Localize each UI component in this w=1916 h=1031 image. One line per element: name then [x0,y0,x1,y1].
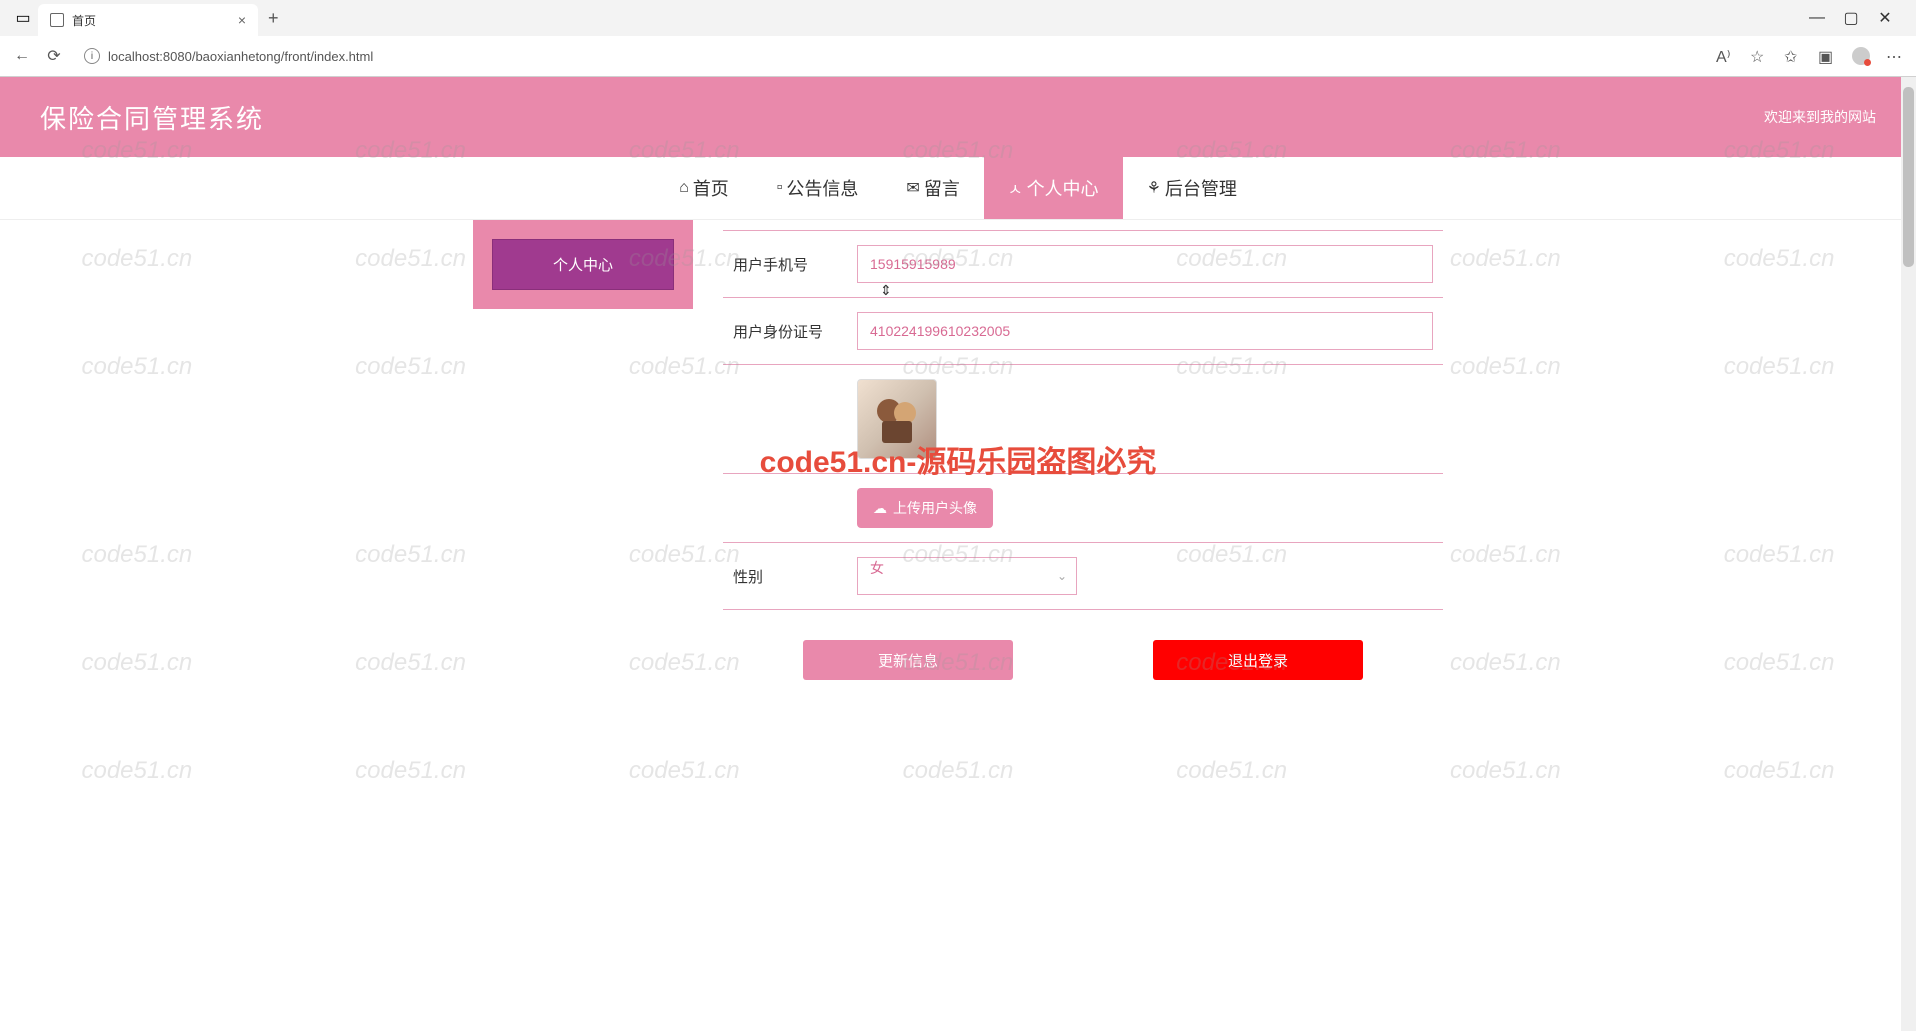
form-row-phone: 用户手机号 ⇕ [723,230,1443,298]
upload-avatar-button[interactable]: ☁ 上传用户头像 [857,488,993,528]
address-actions: A⁾ ☆ ✩ ▣ ⋯ [1716,47,1904,65]
back-button[interactable]: ← [12,46,32,66]
window-controls-left: ▭ [8,11,38,25]
nav-announcements[interactable]: ▫ 公告信息 [753,157,883,219]
read-aloud-icon[interactable]: A⁾ [1716,47,1734,65]
more-icon[interactable]: ⋯ [1886,47,1904,65]
nav-label: 公告信息 [786,175,858,201]
grid-icon: ▫ [777,179,783,197]
refresh-button[interactable]: ⟳ [44,46,64,66]
browser-tab[interactable]: 首页 × [38,4,258,36]
nav-label: 留言 [924,175,960,201]
update-button[interactable]: 更新信息 [803,640,1013,680]
phone-label: 用户手机号 [733,254,833,275]
url-box[interactable]: i localhost:8080/baoxianhetong/front/ind… [76,44,1704,68]
scrollbar-thumb[interactable] [1903,87,1914,267]
avatar-preview[interactable] [857,379,937,459]
scrollbar-track[interactable] [1901,77,1916,1031]
mail-icon: ✉ [906,178,919,198]
nav-label: 后台管理 [1165,175,1237,201]
logout-button[interactable]: 退出登录 [1153,640,1363,680]
nav-admin[interactable]: ⚘ 后台管理 [1123,157,1261,219]
nav-messages[interactable]: ✉ 留言 [882,157,983,219]
info-icon[interactable]: i [84,48,100,64]
header-banner: 保险合同管理系统 欢迎来到我的网站 [0,77,1916,157]
nav-label: 首页 [693,175,729,201]
profile-icon[interactable] [1852,47,1870,65]
tab-title: 首页 [72,12,96,29]
favorites-bar-icon[interactable]: ✩ [1784,47,1802,65]
person-icon: ㅅ [1008,176,1023,200]
content-panel: 用户手机号 ⇕ 用户身份证号 [723,220,1443,700]
sidebar: 个人中心 [473,220,693,700]
button-row: 更新信息 退出登录 [723,610,1443,690]
address-bar: ← ⟳ i localhost:8080/baoxianhetong/front… [0,36,1916,76]
gender-label: 性别 [733,566,833,587]
sidebar-item-label: 个人中心 [553,257,613,274]
nav-profile[interactable]: ㅅ 个人中心 [984,157,1123,219]
sidebar-item-profile[interactable]: 个人中心 [492,239,674,290]
id-input[interactable] [857,312,1433,350]
collections-icon[interactable]: ▣ [1818,47,1836,65]
tab-bar: ▭ 首页 × + — ▢ ✕ [0,0,1916,36]
nav-label: 个人中心 [1027,175,1099,201]
cloud-upload-icon: ☁ [873,500,887,517]
favorite-icon[interactable]: ☆ [1750,47,1768,65]
close-window-icon[interactable]: ✕ [1878,11,1892,25]
main-area: 个人中心 用户手机号 ⇕ 用户身份证号 [0,220,1916,740]
maximize-icon[interactable]: ▢ [1844,11,1858,25]
home-icon: ⌂ [679,179,689,197]
id-label: 用户身份证号 [733,321,833,342]
link-icon: ⚘ [1147,178,1161,198]
form-row-avatar [723,365,1443,474]
form-row-id: 用户身份证号 [723,298,1443,365]
tab-actions-icon[interactable]: ▭ [16,11,30,25]
upload-label: 上传用户头像 [893,498,977,518]
gender-select-wrap: 女 ⌄ [857,557,1077,595]
new-tab-button[interactable]: + [258,8,289,29]
form-row-upload: ☁ 上传用户头像 [723,474,1443,543]
form-row-gender: 性别 女 ⌄ [723,543,1443,610]
phone-input[interactable] [857,245,1433,283]
page-wrapper: code51.cncode51.cncode51.cncode51.cncode… [0,77,1916,1031]
nav-menu: ⌂ 首页 ▫ 公告信息 ✉ 留言 ㅅ 个人中心 ⚘ 后台管理 [0,157,1916,220]
text-cursor-icon: ⇕ [880,282,892,299]
site-title: 保险合同管理系统 [40,99,264,136]
page-icon [50,13,64,27]
close-tab-icon[interactable]: × [238,12,246,28]
avatar-image-icon [867,389,927,449]
nav-home[interactable]: ⌂ 首页 [655,157,753,219]
url-text: localhost:8080/baoxianhetong/front/index… [108,49,373,64]
gender-select[interactable]: 女 [857,557,1077,595]
minimize-icon[interactable]: — [1810,11,1824,25]
sidebar-box: 个人中心 [473,220,693,309]
browser-chrome: ▭ 首页 × + — ▢ ✕ ← ⟳ i localhost:8080/baox… [0,0,1916,77]
welcome-message: 欢迎来到我的网站 [1764,107,1876,127]
window-controls-right: — ▢ ✕ [1794,11,1908,25]
